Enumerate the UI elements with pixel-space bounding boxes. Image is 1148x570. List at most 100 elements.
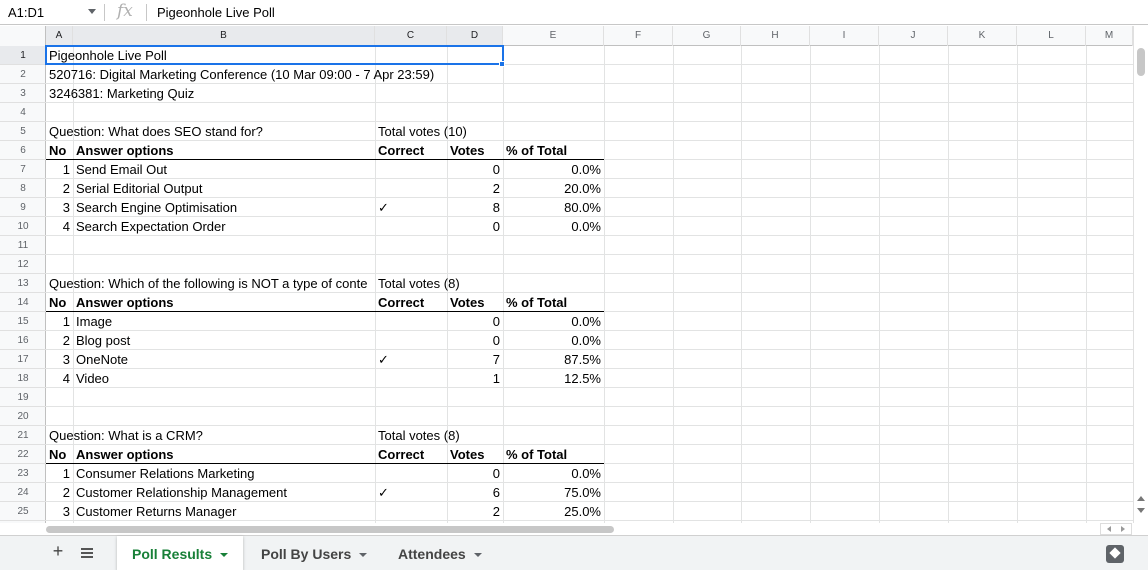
question-cell[interactable]: Question: What is a CRM? xyxy=(46,426,375,445)
answer-no[interactable]: 3 xyxy=(46,502,73,521)
column-header-e[interactable]: E xyxy=(503,26,604,46)
answer-no[interactable]: 4 xyxy=(46,217,73,236)
header-pct[interactable]: % of Total xyxy=(503,141,604,160)
total-votes-cell[interactable]: Total votes (10) xyxy=(375,122,503,141)
answer-text[interactable]: Video xyxy=(73,369,375,388)
answer-no[interactable]: 2 xyxy=(46,483,73,502)
total-votes-cell[interactable]: Total votes (8) xyxy=(375,426,503,445)
answer-votes[interactable]: 2 xyxy=(447,179,503,198)
column-header-g[interactable]: G xyxy=(673,26,741,46)
answer-no[interactable]: 3 xyxy=(46,198,73,217)
answer-correct-check[interactable] xyxy=(375,217,447,236)
select-all-corner[interactable] xyxy=(0,26,46,46)
column-header-a[interactable]: A xyxy=(46,26,73,46)
vertical-scroll-thumb[interactable] xyxy=(1137,48,1145,76)
row-header-12[interactable]: 12 xyxy=(0,255,46,274)
header-answer-options[interactable]: Answer options xyxy=(73,293,375,312)
answer-no[interactable]: 2 xyxy=(46,179,73,198)
answer-no[interactable]: 2 xyxy=(46,331,73,350)
answer-votes[interactable]: 0 xyxy=(447,464,503,483)
question-cell[interactable]: Question: What does SEO stand for? xyxy=(46,122,375,141)
answer-no[interactable]: 1 xyxy=(46,312,73,331)
answer-correct-check[interactable] xyxy=(375,179,447,198)
row-header-20[interactable]: 20 xyxy=(0,407,46,426)
answer-text[interactable]: Search Expectation Order xyxy=(73,217,375,236)
answer-pct[interactable]: 0.0% xyxy=(503,331,604,350)
row-header-19[interactable]: 19 xyxy=(0,388,46,407)
row-header-2[interactable]: 2 xyxy=(0,65,46,84)
header-no[interactable]: No xyxy=(46,445,73,464)
scroll-right-icon[interactable] xyxy=(1121,526,1125,532)
horizontal-scrollbar[interactable] xyxy=(46,523,1133,535)
scroll-left-icon[interactable] xyxy=(1107,526,1111,532)
header-correct[interactable]: Correct xyxy=(375,293,447,312)
answer-pct[interactable]: 0.0% xyxy=(503,464,604,483)
answer-correct-check[interactable] xyxy=(375,331,447,350)
header-pct[interactable]: % of Total xyxy=(503,293,604,312)
header-correct[interactable]: Correct xyxy=(375,141,447,160)
answer-text[interactable]: Image xyxy=(73,312,375,331)
row-header-15[interactable]: 15 xyxy=(0,312,46,331)
row-header-16[interactable]: 16 xyxy=(0,331,46,350)
total-votes-cell[interactable]: Total votes (8) xyxy=(375,274,503,293)
cell-poll[interactable]: 3246381: Marketing Quiz xyxy=(46,84,503,103)
horizontal-scroll-thumb[interactable] xyxy=(46,526,614,533)
header-no[interactable]: No xyxy=(46,141,73,160)
row-header-7[interactable]: 7 xyxy=(0,160,46,179)
answer-text[interactable]: Search Engine Optimisation xyxy=(73,198,375,217)
row-header-14[interactable]: 14 xyxy=(0,293,46,312)
answer-pct[interactable]: 12.5% xyxy=(503,369,604,388)
header-votes[interactable]: Votes xyxy=(447,141,503,160)
explore-icon[interactable] xyxy=(1106,545,1124,563)
answer-text[interactable]: Send Email Out xyxy=(73,160,375,179)
answer-text[interactable]: Customer Returns Manager xyxy=(73,502,375,521)
row-header-6[interactable]: 6 xyxy=(0,141,46,160)
answer-pct[interactable]: 0.0% xyxy=(503,312,604,331)
answer-correct-check[interactable] xyxy=(375,312,447,331)
column-header-b[interactable]: B xyxy=(73,26,375,46)
answer-correct-check[interactable] xyxy=(375,369,447,388)
row-header-1[interactable]: 1 xyxy=(0,46,46,65)
add-sheet-icon[interactable]: + xyxy=(48,541,68,563)
column-header-m[interactable]: M xyxy=(1086,26,1133,46)
row-header-10[interactable]: 10 xyxy=(0,217,46,236)
column-header-i[interactable]: I xyxy=(810,26,879,46)
answer-votes[interactable]: 1 xyxy=(447,369,503,388)
answer-text[interactable]: Consumer Relations Marketing xyxy=(73,464,375,483)
header-no[interactable]: No xyxy=(46,293,73,312)
answer-votes[interactable]: 7 xyxy=(447,350,503,369)
answer-votes[interactable]: 6 xyxy=(447,483,503,502)
cell-area[interactable]: Pigeonhole Live Poll 520716: Digital Mark… xyxy=(45,45,1133,523)
scroll-up-icon[interactable] xyxy=(1137,496,1145,501)
row-header-25[interactable]: 25 xyxy=(0,502,46,521)
answer-votes[interactable]: 0 xyxy=(447,217,503,236)
cell-event[interactable]: 520716: Digital Marketing Conference (10… xyxy=(46,65,604,84)
row-header-3[interactable]: 3 xyxy=(0,84,46,103)
header-votes[interactable]: Votes xyxy=(447,445,503,464)
row-header-4[interactable]: 4 xyxy=(0,103,46,122)
answer-correct-check[interactable]: ✓ xyxy=(375,483,447,502)
answer-no[interactable]: 3 xyxy=(46,350,73,369)
answer-votes[interactable]: 8 xyxy=(447,198,503,217)
fill-handle[interactable] xyxy=(499,61,505,67)
answer-correct-check[interactable]: ✓ xyxy=(375,350,447,369)
chevron-down-icon[interactable] xyxy=(473,553,482,558)
all-sheets-icon[interactable] xyxy=(81,548,93,558)
answer-text[interactable]: Customer Relationship Management xyxy=(73,483,375,502)
column-header-k[interactable]: K xyxy=(948,26,1017,46)
row-header-17[interactable]: 17 xyxy=(0,350,46,369)
row-header-23[interactable]: 23 xyxy=(0,464,46,483)
answer-pct[interactable]: 75.0% xyxy=(503,483,604,502)
column-header-l[interactable]: L xyxy=(1017,26,1086,46)
answer-text[interactable]: Blog post xyxy=(73,331,375,350)
answer-votes[interactable]: 2 xyxy=(447,502,503,521)
vertical-scrollbar[interactable] xyxy=(1133,26,1148,523)
column-header-h[interactable]: H xyxy=(741,26,810,46)
answer-no[interactable]: 4 xyxy=(46,369,73,388)
answer-pct[interactable]: 87.5% xyxy=(503,350,604,369)
row-header-11[interactable]: 11 xyxy=(0,236,46,255)
answer-no[interactable]: 1 xyxy=(46,464,73,483)
column-header-j[interactable]: J xyxy=(879,26,948,46)
answer-correct-check[interactable] xyxy=(375,160,447,179)
answer-votes[interactable]: 0 xyxy=(447,312,503,331)
